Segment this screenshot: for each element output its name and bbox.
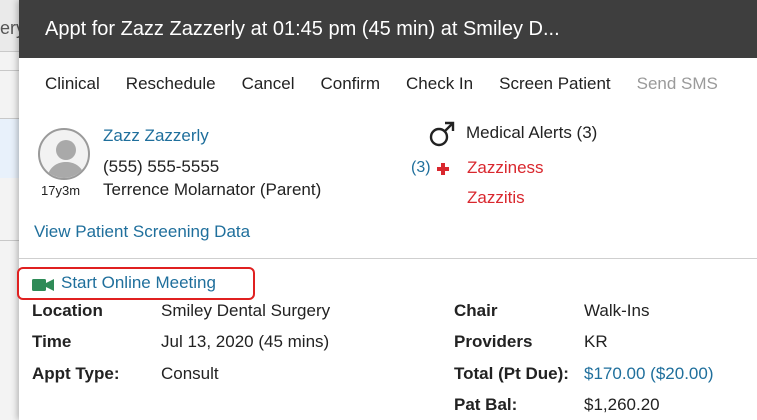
- appt-type-value: Consult: [161, 364, 219, 383]
- patient-age: 17y3m: [41, 183, 81, 198]
- patient-phone: (555) 555-5555: [103, 157, 220, 176]
- alert-count: (3): [411, 159, 431, 176]
- male-icon: [429, 121, 455, 147]
- total-label: Total (Pt Due):: [454, 364, 569, 383]
- medical-alert-item: Zazzitis: [467, 188, 525, 207]
- location-value: Smiley Dental Surgery: [161, 301, 331, 320]
- providers-value: KR: [584, 332, 608, 351]
- providers-label: Providers: [454, 332, 533, 351]
- clinical-button[interactable]: Clinical: [45, 74, 100, 98]
- send-sms-button: Send SMS: [636, 74, 718, 93]
- patient-guardian: Terrence Molarnator (Parent): [103, 180, 322, 199]
- screen-patient-button[interactable]: Screen Patient: [499, 74, 611, 98]
- time-value: Jul 13, 2020 (45 mins): [161, 332, 330, 351]
- view-screening-data-link[interactable]: View Patient Screening Data: [34, 222, 250, 242]
- patient-balance-label: Pat Bal:: [454, 395, 518, 414]
- cancel-button[interactable]: Cancel: [242, 74, 295, 98]
- medical-alert-item: Zazziness: [467, 158, 544, 177]
- total-value-link[interactable]: $170.00 ($20.00): [584, 364, 714, 384]
- avatar: [38, 128, 90, 180]
- patient-balance-value: $1,260.20: [584, 395, 660, 414]
- appointment-popover: Appt for Zazz Zazzerly at 01:45 pm (45 m…: [17, 0, 757, 420]
- check-in-button[interactable]: Check In: [406, 74, 473, 98]
- popover-title: Appt for Zazz Zazzerly at 01:45 pm (45 m…: [19, 0, 757, 58]
- chair-label: Chair: [454, 301, 498, 320]
- reschedule-button[interactable]: Reschedule: [126, 74, 216, 98]
- location-label: Location: [32, 301, 103, 320]
- patient-name-link[interactable]: Zazz Zazzerly: [103, 126, 209, 146]
- appt-type-label: Appt Type:: [32, 364, 120, 383]
- start-online-meeting-link[interactable]: Start Online Meeting: [61, 273, 216, 293]
- medical-alerts-heading: Medical Alerts (3): [466, 123, 598, 142]
- person-silhouette-icon: [46, 140, 86, 178]
- section-divider: [19, 258, 757, 259]
- appointment-actions-bar: Clinical Reschedule Cancel Confirm Check…: [45, 74, 744, 98]
- confirm-button[interactable]: Confirm: [321, 74, 381, 98]
- chair-value: Walk-Ins: [584, 301, 650, 320]
- video-camera-icon[interactable]: [32, 278, 54, 292]
- time-label: Time: [32, 332, 72, 351]
- medical-cross-icon: [437, 163, 449, 175]
